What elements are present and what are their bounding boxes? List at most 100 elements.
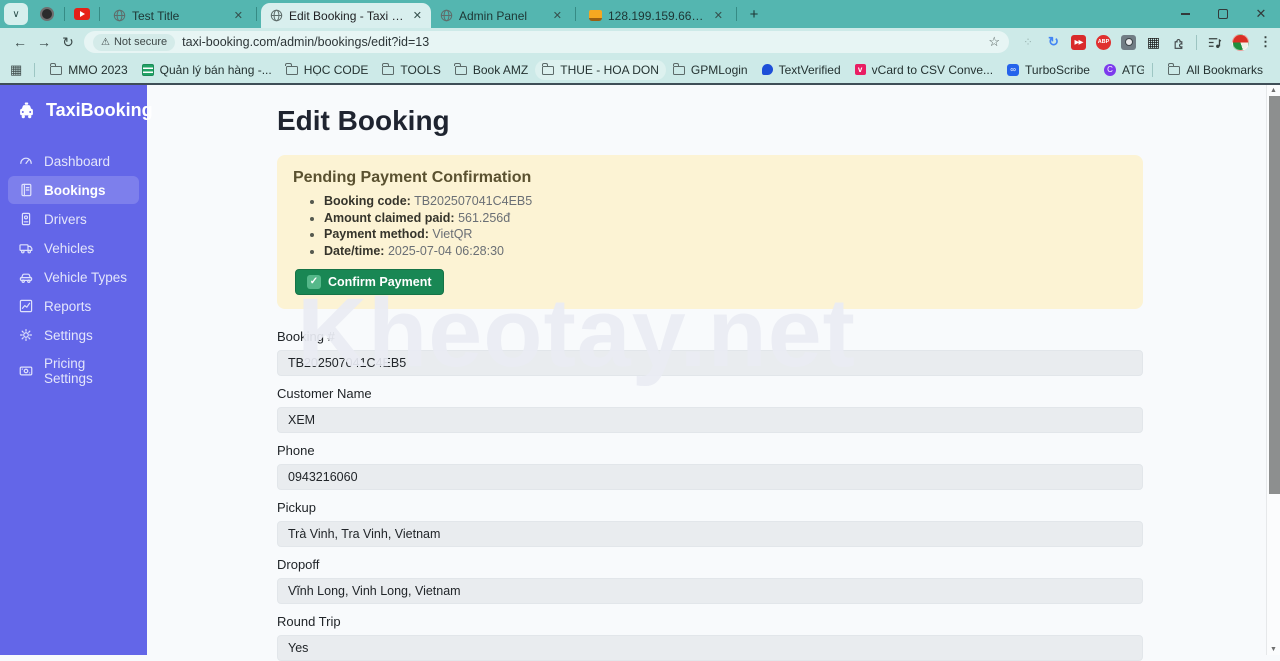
tab-edit-booking-active[interactable]: Edit Booking - Taxi Booking Sys ✕ [261,3,431,28]
reload-icon[interactable]: ↻ [56,34,80,51]
warning-icon: ⚠ [101,37,110,48]
bookmark-icon: C [1104,64,1116,76]
address-bar[interactable]: ⚠Not secure taxi-booking.com/admin/booki… [84,31,1009,53]
close-tab-icon[interactable]: ✕ [712,9,725,22]
sidebar-item-settings[interactable]: Settings [8,321,139,349]
bookmark-item[interactable]: MMO 2023 [43,60,134,80]
extensions-row: ⁘ ↻ ▶▶ ABP ▦ ⋮ [1021,34,1272,51]
tab-separator [99,7,100,21]
tab-separator [64,7,65,21]
sidebar-item-vehicles[interactable]: Vehicles [8,234,139,262]
close-tab-icon[interactable]: ✕ [411,9,424,22]
field-label: Phone [277,443,1143,458]
field-input[interactable] [277,464,1143,490]
alert-detail-label: Booking code [324,194,411,208]
form-field-group: Phone [277,443,1143,490]
alert-detail-value: VietQR [432,227,472,241]
bookmark-item[interactable]: ∞ TurboScribe [1000,60,1097,80]
sidebar-item-reports[interactable]: Reports [8,292,139,320]
scrollbar-thumb[interactable] [1269,96,1280,494]
tab-separator [736,7,737,21]
close-window-button[interactable]: ✕ [1242,0,1280,28]
browser-toolbar: ← → ↻ ⚠Not secure taxi-booking.com/admin… [0,28,1280,56]
alert-detail-label: Payment method [324,227,429,241]
bookmark-item[interactable]: Quản lý bán hàng -... [135,60,279,80]
bookmark-item[interactable]: THUE - HOA DON [535,60,666,80]
field-input[interactable] [277,521,1143,547]
bookmarks-list: MMO 2023 Quản lý bán hàng -... HỌC CODE … [43,60,1144,80]
close-tab-icon[interactable]: ✕ [232,9,245,22]
page-scrollbar[interactable]: ▲ ▼ [1266,85,1280,655]
bookings-journal-icon [18,182,34,198]
tab-admin-panel[interactable]: Admin Panel ✕ [431,3,571,28]
sidebar-nav: Dashboard Bookings Drivers Vehicles Vehi… [0,131,147,392]
form-field-group: Round Trip [277,614,1143,661]
bookmark-item[interactable]: TOOLS [375,60,447,80]
bookmark-icon: ∞ [1007,64,1019,76]
scroll-down-icon[interactable]: ▼ [1267,644,1280,655]
inactive-extension-icon[interactable]: ⁘ [1021,35,1036,50]
minimize-button[interactable] [1166,0,1204,28]
back-icon[interactable]: ← [8,34,32,50]
bookmark-star-icon[interactable]: ☆ [988,34,1000,50]
field-input[interactable] [277,407,1143,433]
forward-icon[interactable]: → [32,34,56,50]
gear-icon [18,327,34,343]
toolbar-separator [1196,35,1197,50]
sidebar-item-bookings[interactable]: Bookings [8,176,139,204]
close-tab-icon[interactable]: ✕ [551,9,564,22]
blue-arrow-extension-icon[interactable]: ↻ [1046,35,1061,50]
sidebar-item-pricing-settings[interactable]: Pricing Settings [8,350,139,392]
maximize-button[interactable] [1204,0,1242,28]
tab-phpmyadmin[interactable]: 128.199.159.66:51381 / localho ✕ [580,3,732,28]
cash-icon [18,363,34,379]
line-chart-icon [18,298,34,314]
bookmark-icon [286,66,298,75]
tab-test-title[interactable]: Test Title ✕ [104,3,252,28]
sidebar-item-vehicle-types[interactable]: Vehicle Types [8,263,139,291]
field-input[interactable] [277,635,1143,661]
form-field-group: Pickup [277,500,1143,547]
bookmark-item[interactable]: v vCard to CSV Conve... [848,60,1000,80]
all-bookmarks-button[interactable]: All Bookmarks [1161,60,1270,80]
bookmark-item[interactable]: Book AMZ [448,60,535,80]
main-content: Kheotay.net Edit Booking Pending Payment… [147,85,1280,655]
qr-extension-icon[interactable]: ▦ [1146,35,1161,50]
field-input[interactable] [277,350,1143,376]
sidebar: TaxiBooking Dashboard Bookings Drivers V… [0,85,147,655]
apps-grid-icon[interactable]: ▦ [10,62,22,78]
new-tab-button[interactable]: + [741,1,767,27]
app-brand[interactable]: TaxiBooking [0,85,147,131]
sidebar-item-drivers[interactable]: Drivers [8,205,139,233]
field-input[interactable] [277,578,1143,604]
alert-detail-value: 561.256đ [458,211,510,225]
tab-separator [256,7,257,21]
url-text[interactable]: taxi-booking.com/admin/bookings/edit?id=… [182,35,981,49]
bookmark-item[interactable]: TextVerified [755,60,848,80]
media-controls-icon[interactable] [1207,35,1222,50]
bookmark-item[interactable]: GPMLogin [666,60,755,80]
bookmark-icon: v [855,64,866,75]
alert-details-list: Booking code TB202507041C4EB5 Amount cla… [293,194,1127,259]
camera-extension-icon[interactable] [1121,35,1136,50]
bookmark-icon [142,64,154,76]
bookmarks-bar: ▦ MMO 2023 Quản lý bán hàng -... HỌC COD… [0,56,1280,83]
bookmark-item[interactable]: C ATG - Logo [1097,60,1144,80]
not-secure-badge[interactable]: ⚠Not secure [93,34,175,51]
extensions-puzzle-icon[interactable] [1171,35,1186,50]
globe-favicon [113,9,126,22]
form-field-group: Dropoff [277,557,1143,604]
profile-avatar[interactable] [1232,34,1249,51]
menu-dots-icon[interactable]: ⋮ [1259,34,1272,50]
pinned-tab-youtube[interactable] [69,2,95,27]
tab-search-chevron-icon[interactable]: ∨ [4,3,28,25]
video-speed-extension-icon[interactable]: ▶▶ [1071,35,1086,50]
pinned-tab-dark-site[interactable] [34,2,60,27]
confirm-payment-button[interactable]: ✓ Confirm Payment [295,269,444,295]
bookmark-icon [50,66,62,75]
scroll-up-icon[interactable]: ▲ [1267,85,1280,96]
adblock-extension-icon[interactable]: ABP [1096,35,1111,50]
bookmark-item[interactable]: HỌC CODE [279,60,376,80]
field-label: Dropoff [277,557,1143,572]
sidebar-item-dashboard[interactable]: Dashboard [8,147,139,175]
